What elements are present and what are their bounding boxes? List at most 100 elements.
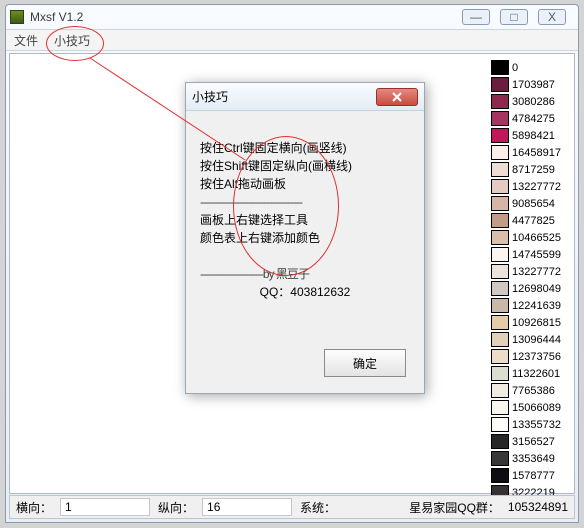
color-swatch[interactable] <box>491 264 509 279</box>
dialog-close-button[interactable] <box>376 88 418 106</box>
sys-label: 系统： <box>300 499 336 516</box>
swatch-row[interactable]: 12373756 <box>491 348 569 365</box>
swatch-row[interactable]: 12241639 <box>491 297 569 314</box>
swatch-label: 4784275 <box>512 113 555 125</box>
swatch-row[interactable]: 13227772 <box>491 263 569 280</box>
dialog-title: 小技巧 <box>192 88 376 105</box>
swatch-label: 1703987 <box>512 79 555 91</box>
swatch-row[interactable]: 1578777 <box>491 467 569 484</box>
swatch-row[interactable]: 7765386 <box>491 382 569 399</box>
swatch-label: 15066089 <box>512 402 561 414</box>
color-swatch[interactable] <box>491 298 509 313</box>
x-label: 横向： <box>16 499 52 516</box>
color-swatch[interactable] <box>491 383 509 398</box>
swatch-label: 8717259 <box>512 164 555 176</box>
swatch-label: 9085654 <box>512 198 555 210</box>
dialog-body: 按住Ctrl键固定横向(画竖线) 按住Shift键固定纵向(画横线) 按住Alt… <box>186 111 424 311</box>
color-swatch[interactable] <box>491 60 509 75</box>
swatch-row[interactable]: 5898421 <box>491 127 569 144</box>
ok-button[interactable]: 确定 <box>324 349 406 377</box>
color-swatch[interactable] <box>491 400 509 415</box>
swatch-row[interactable]: 16458917 <box>491 144 569 161</box>
swatch-label: 13227772 <box>512 181 561 193</box>
swatch-row[interactable]: 4477825 <box>491 212 569 229</box>
swatch-label: 3080286 <box>512 96 555 108</box>
swatch-label: 10926815 <box>512 317 561 329</box>
swatch-row[interactable]: 10926815 <box>491 314 569 331</box>
color-swatch[interactable] <box>491 77 509 92</box>
tip-line: 按住Shift键固定纵向(画横线) <box>200 157 410 175</box>
color-swatch[interactable] <box>491 366 509 381</box>
close-icon <box>392 92 402 102</box>
color-swatch[interactable] <box>491 111 509 126</box>
swatch-row[interactable]: 14745599 <box>491 246 569 263</box>
dialog-titlebar[interactable]: 小技巧 <box>186 83 424 111</box>
swatch-row[interactable]: 13227772 <box>491 178 569 195</box>
swatch-row[interactable]: 9085654 <box>491 195 569 212</box>
swatch-label: 10466525 <box>512 232 561 244</box>
color-swatch[interactable] <box>491 349 509 364</box>
color-swatch[interactable] <box>491 145 509 160</box>
color-swatch[interactable] <box>491 196 509 211</box>
swatch-row[interactable]: 13096444 <box>491 331 569 348</box>
color-swatch[interactable] <box>491 247 509 262</box>
swatch-row[interactable]: 3353649 <box>491 450 569 467</box>
color-swatch[interactable] <box>491 281 509 296</box>
color-swatch[interactable] <box>491 315 509 330</box>
color-swatch[interactable] <box>491 179 509 194</box>
color-swatch[interactable] <box>491 332 509 347</box>
swatch-row[interactable]: 10466525 <box>491 229 569 246</box>
color-swatch[interactable] <box>491 94 509 109</box>
swatch-label: 0 <box>512 62 518 74</box>
titlebar[interactable]: Mxsf V1.2 — □ X <box>6 5 578 29</box>
swatch-label: 13096444 <box>512 334 561 346</box>
swatch-label: 12373756 <box>512 351 561 363</box>
color-table[interactable]: 0 1703987 3080286 4784275 5898421 16458917 871… <box>491 59 569 501</box>
color-swatch[interactable] <box>491 417 509 432</box>
swatch-row[interactable]: 4784275 <box>491 110 569 127</box>
y-input[interactable] <box>202 498 292 516</box>
window-close-button[interactable]: X <box>538 9 566 25</box>
swatch-label: 7765386 <box>512 385 555 397</box>
tip-line: 按住Alt拖动画板 <box>200 175 410 193</box>
swatch-row[interactable]: 1703987 <box>491 76 569 93</box>
swatch-label: 12698049 <box>512 283 561 295</box>
maximize-button[interactable]: □ <box>500 9 528 25</box>
group-label: 星易家园QQ群： <box>409 499 500 516</box>
tips-dialog: 小技巧 按住Ctrl键固定横向(画竖线) 按住Shift键固定纵向(画横线) 按… <box>185 82 425 394</box>
color-swatch[interactable] <box>491 162 509 177</box>
swatch-row[interactable]: 0 <box>491 59 569 76</box>
divider: ---------------------------------- <box>200 193 410 211</box>
swatch-label: 5898421 <box>512 130 555 142</box>
swatch-row[interactable]: 8717259 <box>491 161 569 178</box>
swatch-row[interactable]: 3156527 <box>491 433 569 450</box>
menu-file[interactable]: 文件 <box>14 32 38 49</box>
qq-line: QQ：403812632 <box>200 283 410 301</box>
group-value: 105324891 <box>508 500 568 514</box>
swatch-label: 14745599 <box>512 249 561 261</box>
swatch-row[interactable]: 13355732 <box>491 416 569 433</box>
swatch-row[interactable]: 15066089 <box>491 399 569 416</box>
window-title: Mxsf V1.2 <box>30 10 462 24</box>
color-swatch[interactable] <box>491 468 509 483</box>
swatch-label: 12241639 <box>512 300 561 312</box>
color-swatch[interactable] <box>491 213 509 228</box>
swatch-label: 3156527 <box>512 436 555 448</box>
statusbar: 横向： 纵向： 系统： 星易家园QQ群： 105324891 <box>9 495 575 519</box>
swatch-row[interactable]: 11322601 <box>491 365 569 382</box>
swatch-label: 11322601 <box>512 368 560 380</box>
color-swatch[interactable] <box>491 230 509 245</box>
color-swatch[interactable] <box>491 451 509 466</box>
x-input[interactable] <box>60 498 150 516</box>
swatch-label: 4477825 <box>512 215 555 227</box>
color-swatch[interactable] <box>491 434 509 449</box>
minimize-button[interactable]: — <box>462 9 490 25</box>
color-swatch[interactable] <box>491 128 509 143</box>
tip-line: 颜色表上右键添加颜色 <box>200 229 410 247</box>
app-icon <box>10 10 24 24</box>
y-label: 纵向： <box>158 499 194 516</box>
swatch-row[interactable]: 3080286 <box>491 93 569 110</box>
tip-line: 画板上右键选择工具 <box>200 211 410 229</box>
swatch-row[interactable]: 12698049 <box>491 280 569 297</box>
menu-tips[interactable]: 小技巧 <box>54 32 90 49</box>
